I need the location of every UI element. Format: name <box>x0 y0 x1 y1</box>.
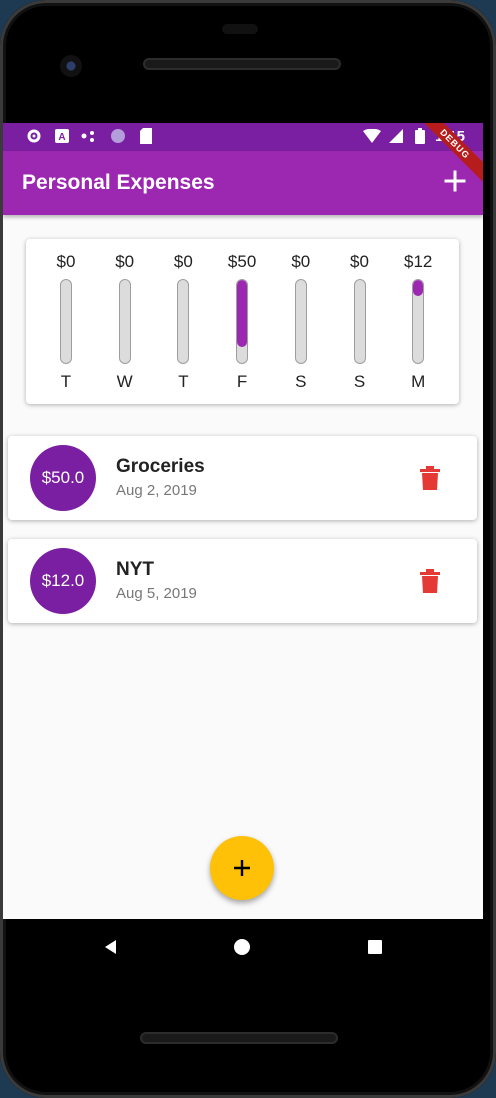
earpiece-speaker <box>143 58 341 70</box>
bar-day-label: M <box>411 372 426 391</box>
plus-icon <box>234 860 250 876</box>
amount-avatar: $50.0 <box>30 445 96 511</box>
device-frame: A Personal Expenses DEBUG $0 T $0 W $0 T… <box>0 0 496 1098</box>
bar-day-label: T <box>178 372 189 391</box>
wifi-icon <box>363 127 381 145</box>
bar-track <box>236 279 249 364</box>
chart-bar-column: $50 F <box>220 239 264 404</box>
bar-amount-label: $0 <box>350 252 369 271</box>
battery-icon <box>411 127 429 145</box>
bar-amount-label: $0 <box>291 252 311 271</box>
transaction-title: NYT <box>116 559 154 580</box>
app-screen: A Personal Expenses DEBUG $0 T $0 W $0 T… <box>3 123 483 919</box>
svg-text:A: A <box>58 132 65 143</box>
bar-fill <box>237 280 248 347</box>
bar-amount-label: $0 <box>56 252 76 271</box>
back-icon[interactable] <box>99 935 123 959</box>
bar-track <box>294 279 307 364</box>
sd-card-icon <box>137 127 155 145</box>
add-transaction-button[interactable] <box>210 836 274 900</box>
bar-amount-label: $12 <box>404 252 433 271</box>
settings-icon <box>25 127 43 145</box>
bar-day-label: S <box>353 372 366 391</box>
status-bar: A <box>3 123 483 151</box>
bar-track <box>60 279 72 364</box>
bar-track <box>353 279 366 364</box>
bar-track <box>412 279 425 364</box>
bar-track <box>118 279 131 364</box>
list-item: $50.0 Groceries Aug 2, 2019 <box>8 436 477 520</box>
weekly-chart: $0 T $0 W $0 T $50 F $0 S $0 S $12 M <box>26 239 459 404</box>
amount-avatar: $12.0 <box>30 548 96 614</box>
front-camera <box>60 55 82 77</box>
delete-icon[interactable] <box>419 569 441 593</box>
recents-icon[interactable] <box>363 935 387 959</box>
android-nav-bar <box>3 919 483 975</box>
chart-bar-column: $0 T <box>44 239 88 404</box>
bottom-speaker <box>140 1032 338 1044</box>
plus-icon[interactable] <box>439 165 471 197</box>
app-bar: Personal Expenses <box>3 151 483 215</box>
delete-icon[interactable] <box>419 466 441 490</box>
bar-day-label: W <box>116 372 133 391</box>
bar-amount-label: $0 <box>115 252 135 271</box>
bar-day-label: S <box>295 372 307 391</box>
page-title: Personal Expenses <box>22 171 215 194</box>
signal-icon <box>387 127 405 145</box>
transaction-date: Aug 2, 2019 <box>116 482 197 499</box>
chart-bar-column: $12 M <box>396 239 440 404</box>
home-icon[interactable] <box>230 935 254 959</box>
list-item: $12.0 NYT Aug 5, 2019 <box>8 539 477 623</box>
bar-amount-label: $50 <box>227 252 257 271</box>
chart-bar-column: $0 W <box>103 239 147 404</box>
bar-day-label: T <box>60 372 72 391</box>
chart-bar-column: $0 S <box>279 239 323 404</box>
bar-day-label: F <box>236 372 248 391</box>
chart-bar-column: $0 T <box>161 239 205 404</box>
dots-icon <box>81 127 99 145</box>
proximity-sensor <box>222 24 258 34</box>
bar-track <box>177 279 190 364</box>
transaction-date: Aug 5, 2019 <box>116 585 197 602</box>
bar-amount-label: $0 <box>173 252 193 271</box>
transaction-title: Groceries <box>116 456 205 477</box>
chart-bar-column: $0 S <box>338 239 382 404</box>
bar-fill <box>413 280 424 297</box>
notification-a-icon: A <box>53 127 71 145</box>
circle-icon <box>109 127 127 145</box>
